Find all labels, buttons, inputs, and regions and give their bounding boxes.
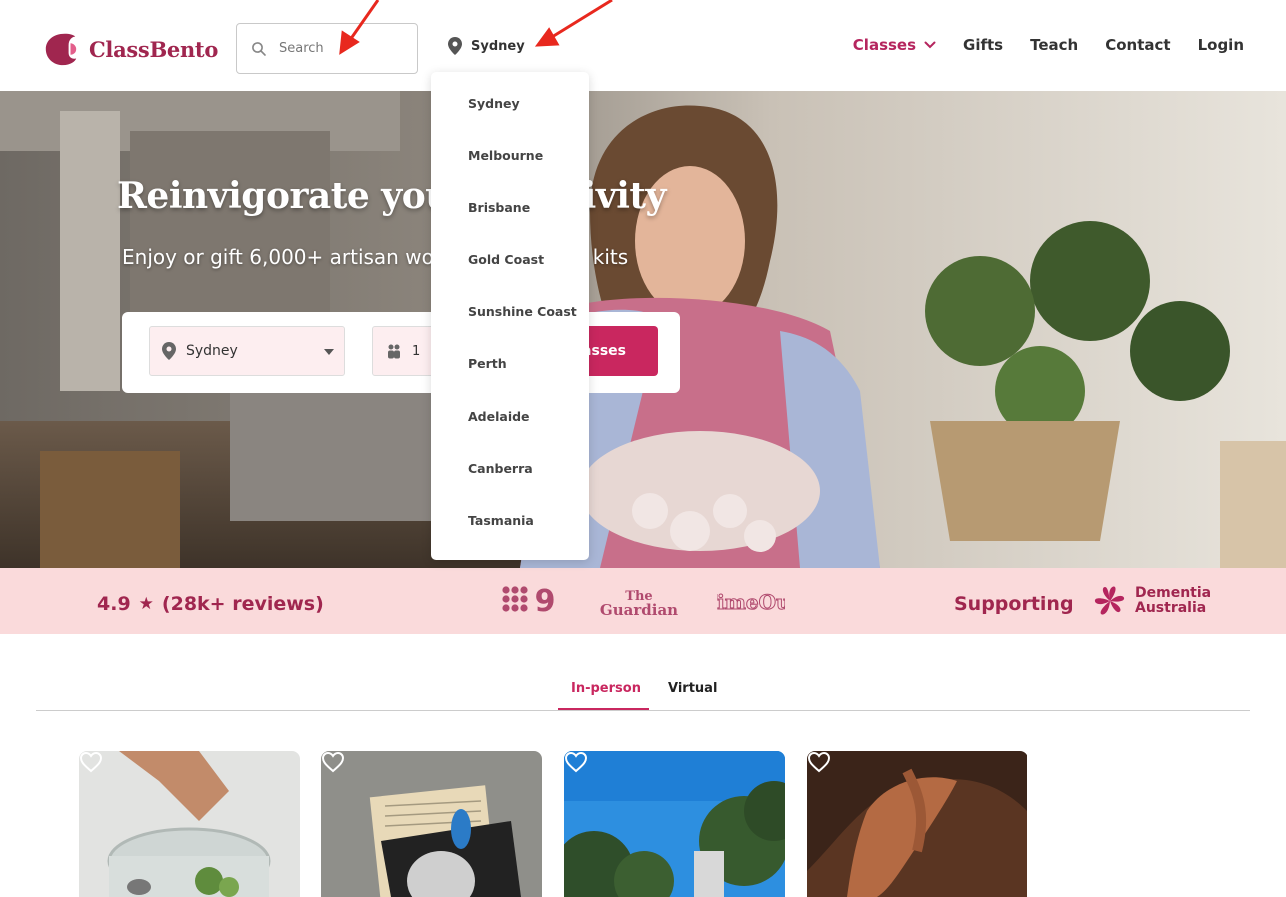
trust-strip: 4.9 ★ (28k+ reviews) 9 The Guardian Time…	[0, 568, 1286, 634]
heart-icon[interactable]	[807, 751, 831, 773]
location-dropdown-menu: Sydney Melbourne Brisbane Gold Coast Sun…	[431, 72, 589, 560]
map-pin-icon	[448, 37, 462, 55]
heart-icon[interactable]	[79, 751, 103, 773]
location-option-sunshine-coast[interactable]: Sunshine Coast	[468, 304, 577, 319]
location-option-sydney[interactable]: Sydney	[468, 96, 520, 111]
dementia-australia-text: Dementia Australia	[1135, 585, 1212, 616]
dementia-flower-icon	[1094, 586, 1125, 615]
chevron-down-icon	[924, 41, 936, 49]
nav-classes-label: Classes	[852, 36, 917, 54]
class-card-image	[564, 751, 785, 897]
class-card[interactable]	[564, 751, 785, 897]
search-field[interactable]	[236, 23, 418, 74]
location-select-value: Sydney	[186, 343, 238, 359]
nav-teach[interactable]: Teach	[1030, 36, 1078, 54]
svg-text:Guardian: Guardian	[600, 601, 678, 619]
location-option-canberra[interactable]: Canberra	[468, 461, 533, 476]
svg-text:TimeOut: TimeOut	[717, 590, 785, 614]
supporting-label: Supporting	[954, 593, 1074, 615]
hero-section: Reinvigorate your creativity Enjoy or gi…	[0, 91, 1286, 568]
rating-value: 4.9	[97, 593, 131, 615]
location-selector[interactable]: Sydney	[448, 37, 525, 55]
class-card-image	[807, 751, 1027, 897]
tab-virtual[interactable]: Virtual	[668, 681, 717, 696]
class-card-image	[321, 751, 542, 897]
channel-9-logo: 9	[502, 585, 556, 615]
timeout-logo: TimeOut	[717, 590, 785, 615]
location-option-tasmania[interactable]: Tasmania	[468, 513, 534, 528]
class-search-card: Sydney 1 Find classes	[122, 312, 680, 393]
logo-text: ClassBento	[89, 36, 219, 62]
guardian-logo: The Guardian	[600, 589, 678, 619]
nav-gifts[interactable]: Gifts	[963, 36, 1003, 54]
class-card-image	[79, 751, 300, 897]
review-count: (28k+ reviews)	[161, 593, 324, 615]
location-option-perth[interactable]: Perth	[468, 356, 507, 371]
search-input[interactable]	[279, 41, 399, 56]
heart-icon[interactable]	[321, 751, 345, 773]
class-card[interactable]	[79, 751, 300, 897]
people-icon	[388, 344, 400, 359]
class-card[interactable]	[807, 751, 1028, 897]
location-option-adelaide[interactable]: Adelaide	[468, 409, 530, 424]
people-select-value: 1	[412, 343, 421, 359]
location-selector-label: Sydney	[471, 38, 525, 54]
site-header: ClassBento Sydney Classes Gifts Teach Co…	[0, 0, 1286, 91]
location-option-gold-coast[interactable]: Gold Coast	[468, 252, 544, 267]
class-type-tabs: In-person Virtual	[36, 676, 1250, 711]
heart-icon[interactable]	[564, 751, 588, 773]
location-option-melbourne[interactable]: Melbourne	[468, 148, 543, 163]
channel-9-text: 9	[535, 585, 556, 615]
classbento-logo[interactable]: ClassBento	[42, 30, 218, 68]
map-pin-icon	[162, 342, 176, 360]
nav-contact[interactable]: Contact	[1105, 36, 1170, 54]
tab-in-person[interactable]: In-person	[571, 681, 641, 696]
star-icon: ★	[138, 594, 154, 614]
location-select[interactable]: Sydney	[149, 326, 345, 376]
dementia-australia-logo[interactable]: Dementia Australia	[1091, 583, 1219, 619]
active-tab-indicator	[558, 708, 649, 710]
class-card[interactable]	[321, 751, 542, 897]
rating-summary: 4.9 ★ (28k+ reviews)	[97, 593, 324, 615]
nav-classes[interactable]: Classes	[853, 36, 936, 54]
logo-mark-icon	[45, 33, 77, 66]
search-icon	[252, 41, 266, 56]
caret-down-icon	[324, 349, 334, 355]
nav-login[interactable]: Login	[1198, 36, 1244, 54]
location-option-brisbane[interactable]: Brisbane	[468, 200, 530, 215]
main-nav: Classes Gifts Teach Contact Login	[826, 36, 1244, 54]
